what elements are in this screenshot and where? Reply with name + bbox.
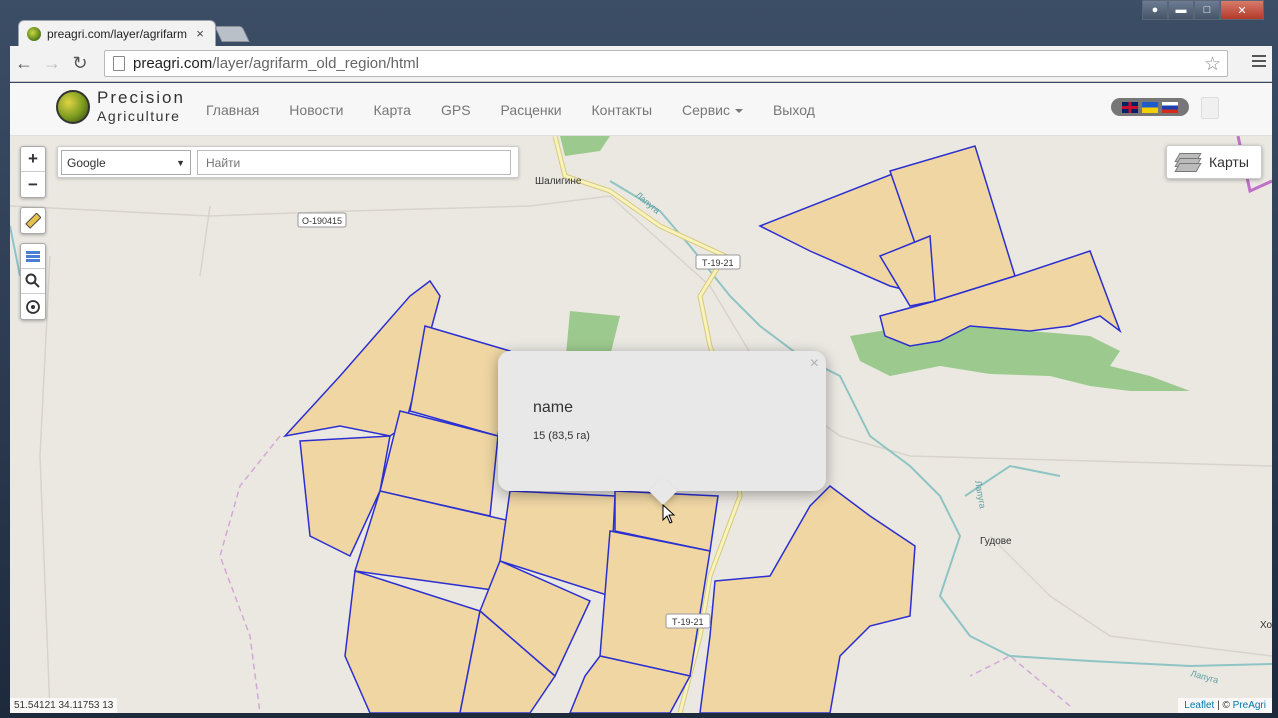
attribution: Leaflet | © PreAgri bbox=[1178, 698, 1272, 713]
browser-toolbar: ← → ↻ preagri.com/layer/agrifarm_old_reg… bbox=[10, 46, 1272, 82]
language-switcher bbox=[1111, 98, 1189, 116]
attribution-separator: | © bbox=[1214, 700, 1233, 711]
label-village-gudove: Гудове bbox=[980, 536, 1012, 547]
user-box[interactable] bbox=[1201, 97, 1219, 119]
flag-ua-icon[interactable] bbox=[1142, 101, 1158, 113]
flag-en-icon[interactable] bbox=[1122, 101, 1138, 113]
tab-close-icon[interactable]: × bbox=[193, 26, 207, 41]
popup-close-icon[interactable]: × bbox=[810, 355, 819, 373]
tools-control bbox=[20, 243, 46, 320]
browser-window: preagri.com/layer/agrifarm × ● ▬ □ ✕ ← →… bbox=[0, 0, 1278, 718]
zoom-out-button[interactable]: − bbox=[21, 172, 45, 197]
geocoder: Google ▼ bbox=[57, 146, 519, 178]
zoom-in-button[interactable]: + bbox=[21, 147, 45, 172]
arrow-right-icon[interactable]: → bbox=[38, 53, 66, 74]
locate-icon[interactable] bbox=[21, 294, 45, 319]
coordinates-readout: 51.54121 34.11753 13 bbox=[10, 698, 118, 713]
search-icon[interactable] bbox=[21, 269, 45, 294]
site-navbar: Precision Agriculture Главная Новости Ка… bbox=[10, 83, 1272, 136]
label-road-t1921-b: Т-19-21 bbox=[672, 617, 704, 627]
window-controls: ● ▬ □ ✕ bbox=[1142, 0, 1264, 20]
district-border bbox=[219, 435, 281, 713]
label-road-o190415: О-190415 bbox=[302, 216, 342, 226]
nav-map[interactable]: Карта bbox=[374, 102, 411, 118]
popup-title: name bbox=[533, 399, 574, 416]
flag-ru-icon[interactable] bbox=[1162, 101, 1178, 113]
ruler-icon[interactable] bbox=[21, 208, 45, 233]
nav-service-label: Сервис bbox=[682, 101, 730, 118]
window-close-icon[interactable]: ✕ bbox=[1220, 0, 1264, 20]
nav-news[interactable]: Новости bbox=[289, 102, 343, 118]
browser-tab[interactable]: preagri.com/layer/agrifarm × bbox=[18, 20, 216, 46]
reload-icon[interactable]: ↻ bbox=[66, 53, 94, 74]
url-host: preagri.com bbox=[133, 55, 213, 72]
dropdown-arrow-icon: ▼ bbox=[176, 158, 185, 168]
hamburger-icon[interactable] bbox=[1252, 55, 1266, 70]
attribution-owner-link[interactable]: PreAgri bbox=[1233, 700, 1266, 711]
web-page: Precision Agriculture Главная Новости Ка… bbox=[10, 83, 1272, 713]
map-canvas[interactable]: Шалигине Гудове Хо О-190415 Т-19-21 Т-19… bbox=[10, 136, 1272, 713]
logo-icon bbox=[56, 90, 90, 124]
nav-gps[interactable]: GPS bbox=[441, 102, 471, 118]
search-input[interactable] bbox=[197, 150, 511, 175]
profile-icon[interactable]: ● bbox=[1142, 0, 1168, 20]
nav-service[interactable]: Сервис bbox=[682, 102, 743, 118]
label-road-t1921-a: Т-19-21 bbox=[702, 258, 734, 268]
site-favicon-icon bbox=[27, 26, 41, 41]
page-icon bbox=[113, 56, 125, 71]
logo-line2: Agriculture bbox=[97, 108, 181, 124]
layers-stack-icon[interactable] bbox=[21, 244, 45, 269]
layers-icon bbox=[1174, 151, 1202, 173]
new-tab-button[interactable] bbox=[214, 26, 250, 42]
mouse-cursor-icon bbox=[662, 504, 676, 524]
tab-title: preagri.com/layer/agrifarm bbox=[47, 26, 188, 41]
provider-value: Google bbox=[67, 155, 106, 170]
tab-strip: preagri.com/layer/agrifarm × ● ▬ □ ✕ bbox=[0, 0, 1278, 46]
maximize-icon[interactable]: □ bbox=[1194, 0, 1220, 20]
label-village-ho: Хо bbox=[1260, 620, 1272, 631]
star-icon[interactable]: ☆ bbox=[1204, 53, 1221, 76]
minimize-icon[interactable]: ▬ bbox=[1168, 0, 1194, 20]
chevron-down-icon bbox=[734, 108, 743, 113]
attribution-leaflet-link[interactable]: Leaflet bbox=[1184, 700, 1214, 711]
logo-line1: Precision bbox=[97, 88, 185, 107]
base-layers-label: Карты bbox=[1209, 154, 1249, 170]
main-menu: Главная Новости Карта GPS Расценки Конта… bbox=[206, 83, 845, 136]
arrow-left-icon[interactable]: ← bbox=[10, 53, 38, 74]
field-popup: × name 15 (83,5 га) bbox=[498, 351, 826, 506]
provider-select[interactable]: Google ▼ bbox=[61, 150, 191, 175]
label-village-shalygine: Шалигине bbox=[535, 176, 582, 187]
nav-logout[interactable]: Выход bbox=[773, 102, 815, 118]
zoom-control: + − bbox=[20, 146, 46, 198]
base-layers-button[interactable]: Карты bbox=[1166, 145, 1262, 179]
site-logo[interactable]: Precision Agriculture bbox=[56, 89, 185, 125]
label-river-2: Лапуга bbox=[973, 480, 988, 510]
nav-home[interactable]: Главная bbox=[206, 102, 259, 118]
measure-control bbox=[20, 207, 46, 234]
label-river-3: Лапуга bbox=[1189, 668, 1219, 685]
address-bar[interactable]: preagri.com/layer/agrifarm_old_region/ht… bbox=[104, 50, 1228, 77]
nav-contacts[interactable]: Контакты bbox=[592, 102, 652, 118]
url-path: /layer/agrifarm_old_region/html bbox=[212, 55, 419, 72]
popup-value: 15 (83,5 га) bbox=[533, 430, 590, 442]
nav-pricing[interactable]: Расценки bbox=[501, 102, 562, 118]
